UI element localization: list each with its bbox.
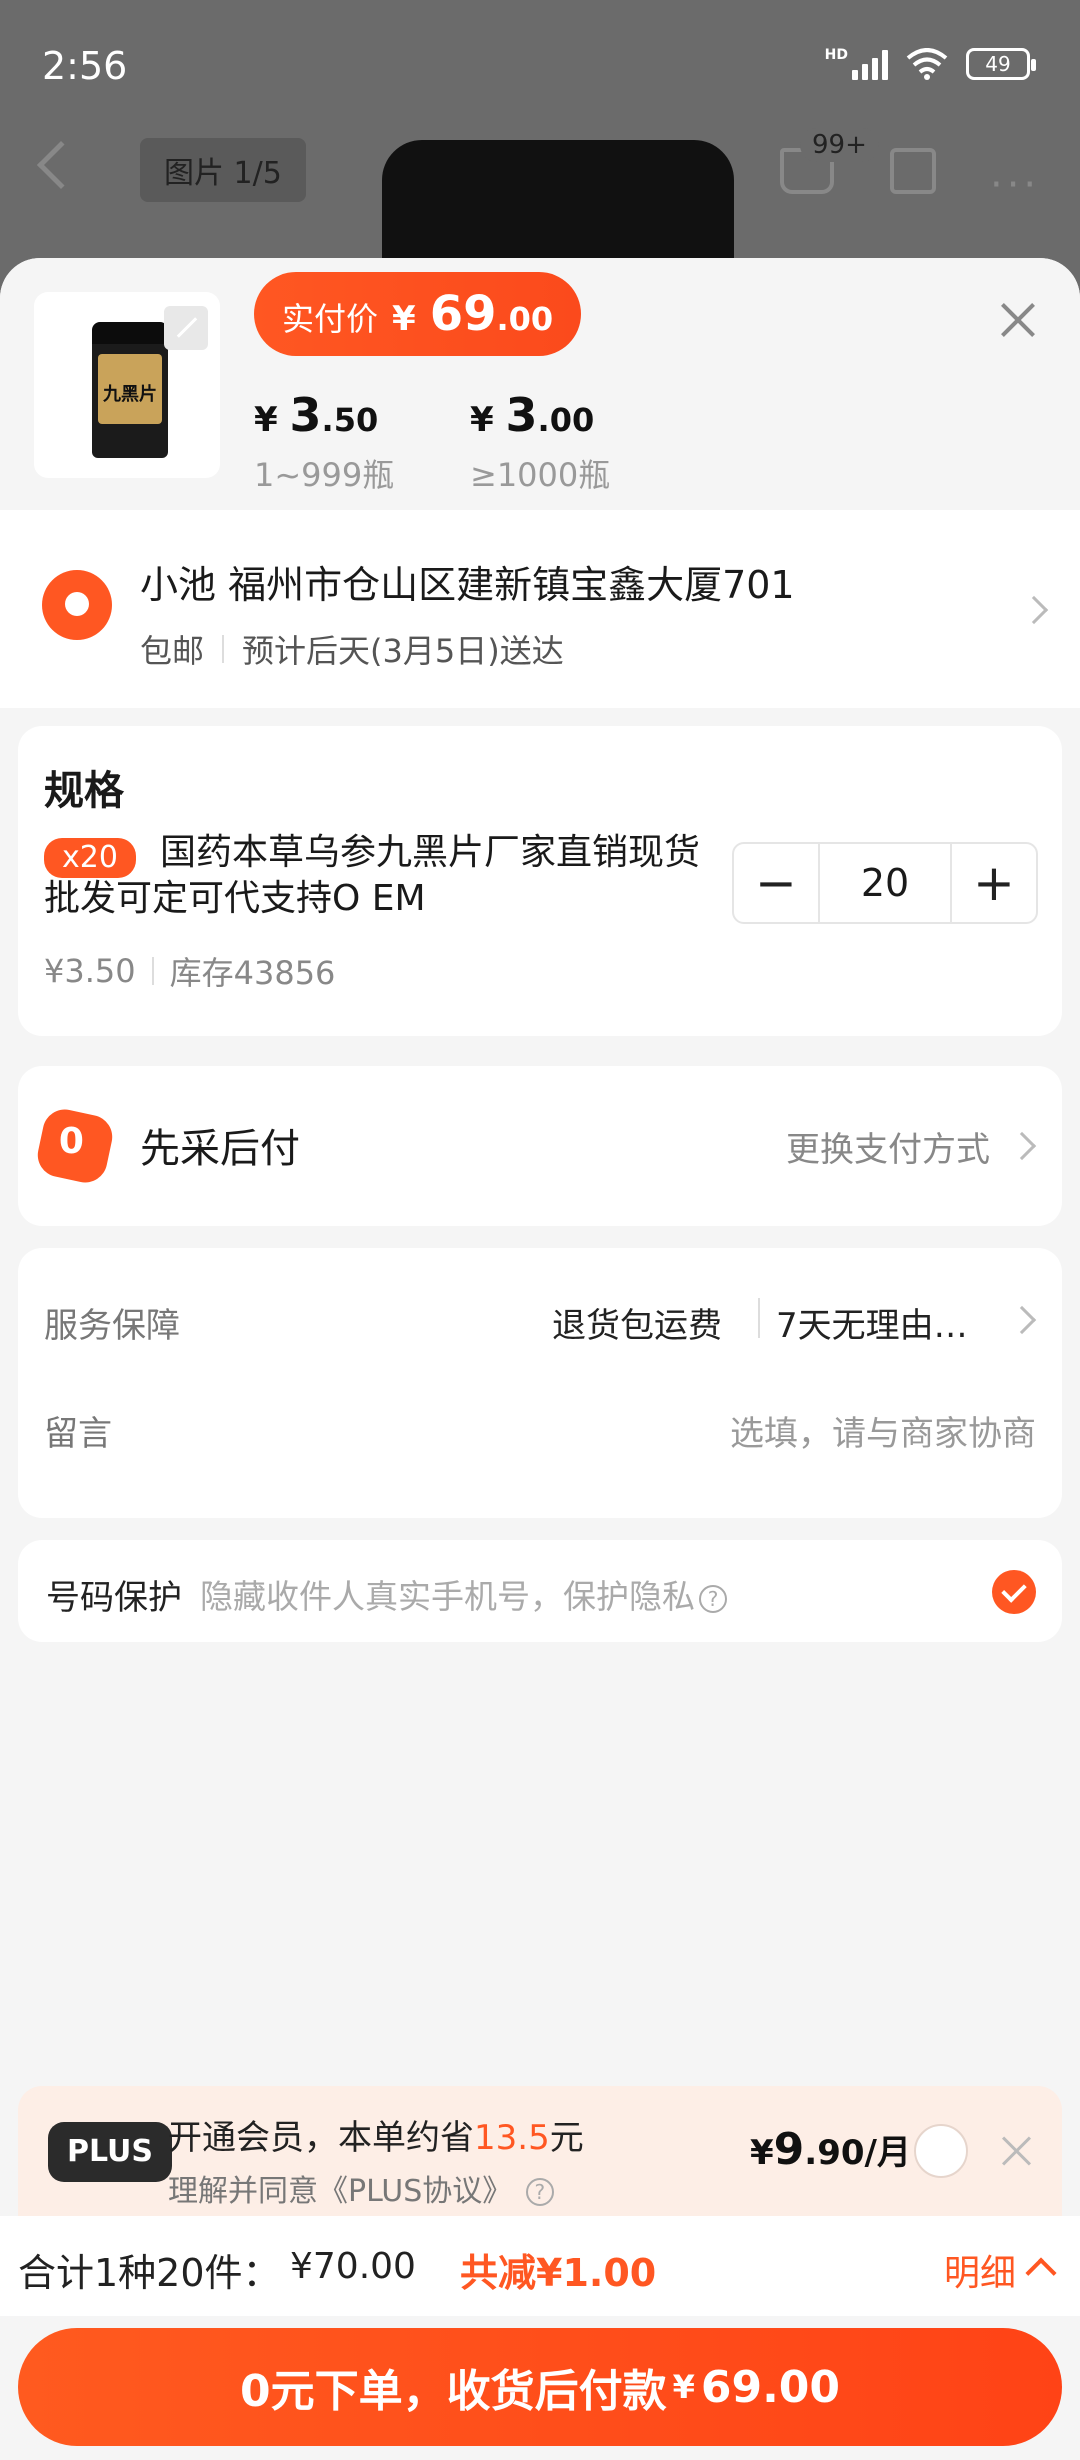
service-card: 服务保障 退货包运费 7天无理由… 留言 选填，请与商家协商 [18, 1248, 1062, 1518]
detail-link[interactable]: 明细 [944, 2244, 1016, 2296]
spec-name: 国药本草乌参九黑片厂家直销现货批发可定可代支持O EM [44, 832, 701, 919]
cta-currency: ¥ [672, 2368, 695, 2406]
total-label: 合计1种20件： [18, 2251, 281, 2295]
pay-later-icon: 0 [33, 1105, 117, 1187]
payment-title: 先采后付 [140, 1126, 300, 1172]
change-payment-link[interactable]: 更换支付方式 [786, 1122, 990, 1171]
message-input[interactable]: 选填，请与商家协商 [730, 1406, 1036, 1455]
unit-price: ¥3.50 [44, 952, 136, 990]
plus-agreement[interactable]: 理解并同意《PLUS协议》 ? [168, 2166, 554, 2210]
payment-method-card[interactable]: 0 先采后付 更换支付方式 [18, 1066, 1062, 1226]
tier-price: ¥ 3.50 [254, 388, 379, 442]
service-7day-return[interactable]: 7天无理由… [776, 1298, 968, 1347]
delivery-info: 包邮 预计后天(3月5日)送达 [140, 626, 564, 672]
top-nav: 图片 1/5 99+ ··· [0, 128, 1080, 208]
cta-label: 0元下单，收货后付款 [239, 2366, 667, 2417]
quantity-tag: x20 [44, 838, 136, 878]
plus-logo: PLUS [48, 2122, 172, 2182]
chevron-up-icon[interactable] [1025, 2257, 1057, 2289]
price-tier: ¥ 3.50 1~999瓶 [254, 388, 394, 496]
quantity-input[interactable]: 20 [818, 844, 952, 922]
place-order-button[interactable]: 0元下单，收货后付款 ¥ 69.00 [18, 2328, 1062, 2446]
delivery-estimate: 预计后天(3月5日)送达 [242, 632, 564, 670]
privacy-checkbox[interactable] [992, 1570, 1036, 1614]
privacy-desc: 隐藏收件人真实手机号，保护隐私? [200, 1570, 727, 1618]
quantity-stepper: − 20 + [732, 842, 1038, 924]
network-type: HD [824, 47, 848, 63]
battery-icon: 49 [966, 48, 1036, 80]
expand-icon[interactable] [164, 306, 208, 350]
address-text: 小池 福州市仓山区建新镇宝鑫大厦701 [140, 563, 795, 607]
service-return-shipping[interactable]: 退货包运费 [552, 1298, 722, 1347]
status-bar: 2:56 HD 49 [0, 0, 1080, 130]
wifi-icon [906, 48, 948, 80]
bottle-label: 九黑片 [98, 354, 162, 424]
chevron-right-icon [1019, 595, 1049, 625]
plus-membership-banner: PLUS 开通会员，本单约省13.5元 理解并同意《PLUS协议》 ? ¥9.9… [18, 2086, 1062, 2216]
help-icon[interactable]: ? [699, 1585, 727, 1613]
tier-quantity: 1~999瓶 [254, 456, 395, 494]
product-header: 九黑片 实付价 ¥ 69 .00 ¥ 3.50 1~999瓶 ¥ 3.00 ≥1… [0, 258, 1080, 510]
actual-price-label: 实付价 [282, 300, 379, 338]
total-bar: 合计1种20件： ¥70.00 共减¥1.00 明细 [0, 2216, 1080, 2316]
close-icon[interactable] [996, 298, 1040, 342]
service-label: 服务保障 [44, 1306, 180, 1346]
cta-amount: 69.00 [700, 2361, 841, 2413]
actual-price-pill: 实付价 ¥ 69 .00 [254, 272, 582, 356]
actual-price-dec: .00 [496, 300, 554, 338]
plus-price: ¥9.90/月 [750, 2124, 911, 2175]
shipping-label: 包邮 [140, 632, 205, 670]
actual-price-int: 69 [429, 286, 497, 342]
message-label: 留言 [44, 1414, 112, 1454]
increment-button[interactable]: + [952, 844, 1036, 922]
total-amount: ¥70.00 [290, 2246, 416, 2287]
stock-count: 库存43856 [169, 954, 336, 992]
actual-price-currency: ¥ [392, 299, 416, 339]
privacy-card: 号码保护 隐藏收件人真实手机号，保护隐私? [18, 1540, 1062, 1642]
divider [151, 957, 154, 985]
plus-radio[interactable] [914, 2124, 968, 2178]
spec-title: 规格 [44, 768, 124, 814]
status-time: 2:56 [42, 44, 128, 88]
chevron-right-icon [1007, 1131, 1037, 1161]
spec-card: 规格 国药本草乌参九黑片厂家直销现货批发可定可代支持O EM x20 ¥3.50… [18, 726, 1062, 1036]
close-icon[interactable] [998, 2132, 1036, 2170]
discount-amount: 共减¥1.00 [460, 2251, 657, 2295]
signal-icon [852, 48, 888, 80]
location-pin-icon [42, 570, 112, 640]
tier-quantity: ≥1000瓶 [470, 456, 611, 494]
image-counter: 图片 1/5 [140, 138, 306, 202]
cart-badge: 99+ [800, 128, 879, 162]
status-icons: HD 49 [824, 47, 1036, 80]
help-icon[interactable]: ? [525, 2178, 554, 2206]
decrement-button[interactable]: − [734, 844, 818, 922]
back-arrow-icon[interactable] [36, 140, 86, 190]
divider [758, 1298, 760, 1338]
tier-price: ¥ 3.00 [470, 388, 595, 442]
share-icon[interactable] [890, 148, 936, 194]
divider [222, 635, 225, 663]
more-icon[interactable]: ··· [990, 162, 1040, 208]
price-tier: ¥ 3.00 ≥1000瓶 [470, 388, 610, 496]
order-sheet: 九黑片 实付价 ¥ 69 .00 ¥ 3.50 1~999瓶 ¥ 3.00 ≥1… [0, 258, 1080, 2460]
address-card[interactable]: 小池 福州市仓山区建新镇宝鑫大厦701 包邮 预计后天(3月5日)送达 [0, 510, 1080, 708]
plus-savings-text: 开通会员，本单约省13.5元 [168, 2118, 584, 2158]
privacy-label: 号码保护 [46, 1578, 182, 1618]
chevron-right-icon [1007, 1305, 1037, 1335]
spec-meta: ¥3.50 库存43856 [44, 948, 335, 994]
